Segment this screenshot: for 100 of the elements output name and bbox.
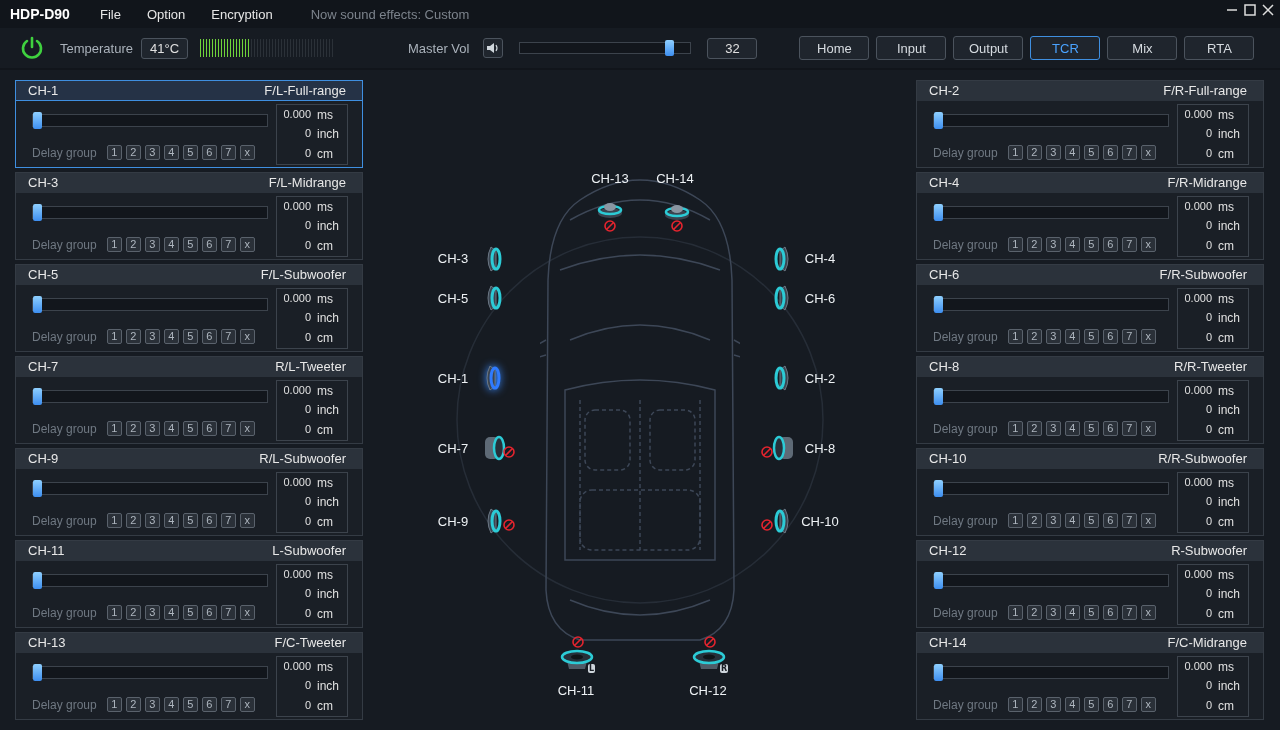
delay-group-button[interactable]: 1 (106, 421, 122, 436)
delay-group-button[interactable]: 5 (1083, 513, 1099, 528)
delay-group-button[interactable]: 7 (1121, 329, 1137, 344)
delay-group-button[interactable]: 2 (125, 237, 141, 252)
delay-group-button[interactable]: 7 (220, 421, 236, 436)
delay-group-button[interactable]: 6 (1102, 697, 1118, 712)
delay-slider[interactable] (32, 574, 268, 587)
delay-slider[interactable] (933, 298, 1169, 311)
channel-panel[interactable]: CH-7 R/L-Tweeter Delay group 1 2 3 4 5 6 7 x 0.000 ms 0 inch 0 cm (15, 356, 363, 444)
delay-group-button[interactable]: x (239, 605, 255, 620)
delay-slider[interactable] (32, 206, 268, 219)
delay-group-button[interactable]: 3 (144, 145, 160, 160)
delay-group-button[interactable]: 6 (1102, 513, 1118, 528)
delay-group-button[interactable]: 4 (163, 145, 179, 160)
delay-group-button[interactable]: 6 (1102, 145, 1118, 160)
delay-group-button[interactable]: 1 (1007, 329, 1023, 344)
delay-group-button[interactable]: 6 (201, 329, 217, 344)
delay-group-button[interactable]: 7 (220, 329, 236, 344)
delay-group-button[interactable]: 7 (1121, 513, 1137, 528)
slider-thumb[interactable] (934, 112, 943, 129)
delay-group-button[interactable]: 4 (163, 605, 179, 620)
delay-group-button[interactable]: 4 (163, 329, 179, 344)
delay-group-button[interactable]: 2 (125, 605, 141, 620)
delay-group-button[interactable]: 7 (1121, 605, 1137, 620)
delay-group-button[interactable]: 7 (220, 697, 236, 712)
delay-group-button[interactable]: 6 (201, 421, 217, 436)
delay-group-button[interactable]: 3 (144, 697, 160, 712)
nav-tab[interactable]: Mix (1107, 36, 1178, 60)
delay-group-button[interactable]: 3 (144, 329, 160, 344)
delay-group-button[interactable]: 7 (220, 237, 236, 252)
delay-group-button[interactable]: 4 (1064, 237, 1080, 252)
channel-panel[interactable]: CH-10 R/R-Subwoofer Delay group 1 2 3 4 5 6 7 x 0.000 ms 0 inch 0 cm (916, 448, 1264, 536)
delay-group-button[interactable]: 4 (1064, 329, 1080, 344)
delay-group-button[interactable]: x (1140, 513, 1156, 528)
delay-group-button[interactable]: 2 (1026, 605, 1042, 620)
delay-slider[interactable] (933, 206, 1169, 219)
delay-group-button[interactable]: 4 (1064, 513, 1080, 528)
delay-group-button[interactable]: 1 (106, 697, 122, 712)
menu-item[interactable]: File (100, 6, 121, 22)
slider-thumb[interactable] (665, 40, 675, 56)
maximize-icon[interactable] (1244, 4, 1256, 16)
channel-panel[interactable]: CH-5 F/L-Subwoofer Delay group 1 2 3 4 5 6 7 x 0.000 ms 0 inch 0 cm (15, 264, 363, 352)
delay-group-button[interactable]: 2 (125, 513, 141, 528)
delay-group-button[interactable]: 1 (106, 145, 122, 160)
delay-slider[interactable] (933, 666, 1169, 679)
channel-panel[interactable]: CH-6 F/R-Subwoofer Delay group 1 2 3 4 5 6 7 x 0.000 ms 0 inch 0 cm (916, 264, 1264, 352)
nav-tab[interactable]: RTA (1184, 36, 1255, 60)
delay-group-button[interactable]: 7 (1121, 145, 1137, 160)
delay-slider[interactable] (32, 390, 268, 403)
delay-slider[interactable] (32, 482, 268, 495)
channel-panel[interactable]: CH-2 F/R-Full-range Delay group 1 2 3 4 5 6 7 x 0.000 ms 0 inch 0 cm (916, 80, 1264, 168)
power-icon[interactable] (20, 36, 44, 60)
delay-group-button[interactable]: 4 (163, 421, 179, 436)
delay-group-button[interactable]: 3 (144, 605, 160, 620)
delay-group-button[interactable]: 3 (144, 237, 160, 252)
slider-thumb[interactable] (934, 572, 943, 589)
delay-slider[interactable] (32, 298, 268, 311)
channel-panel[interactable]: CH-13 F/C-Tweeter Delay group 1 2 3 4 5 6 7 x 0.000 ms 0 inch 0 cm (15, 632, 363, 720)
slider-thumb[interactable] (33, 112, 42, 129)
channel-panel[interactable]: CH-8 R/R-Tweeter Delay group 1 2 3 4 5 6 7 x 0.000 ms 0 inch 0 cm (916, 356, 1264, 444)
delay-group-button[interactable]: 1 (1007, 145, 1023, 160)
delay-group-button[interactable]: 5 (182, 605, 198, 620)
volume-button[interactable] (483, 38, 504, 58)
delay-group-button[interactable]: 7 (1121, 237, 1137, 252)
delay-group-button[interactable]: x (239, 329, 255, 344)
delay-group-button[interactable]: 6 (1102, 421, 1118, 436)
delay-group-button[interactable]: 1 (106, 237, 122, 252)
delay-group-button[interactable]: 5 (182, 329, 198, 344)
slider-thumb[interactable] (934, 296, 943, 313)
delay-group-button[interactable]: 1 (106, 605, 122, 620)
delay-group-button[interactable]: 5 (1083, 329, 1099, 344)
channel-panel[interactable]: CH-1 F/L-Full-range Delay group 1 2 3 4 5 6 7 x 0.000 ms 0 inch 0 cm (15, 80, 363, 168)
delay-group-button[interactable]: 7 (1121, 421, 1137, 436)
delay-group-button[interactable]: 3 (1045, 513, 1061, 528)
nav-tab[interactable]: Output (953, 36, 1024, 60)
delay-group-button[interactable]: x (1140, 145, 1156, 160)
delay-group-button[interactable]: 6 (201, 237, 217, 252)
delay-group-button[interactable]: x (239, 513, 255, 528)
delay-group-button[interactable]: 3 (1045, 237, 1061, 252)
delay-group-button[interactable]: 1 (1007, 697, 1023, 712)
delay-group-button[interactable]: 2 (1026, 421, 1042, 436)
delay-group-button[interactable]: 2 (1026, 329, 1042, 344)
delay-group-button[interactable]: 6 (1102, 237, 1118, 252)
delay-group-button[interactable]: 4 (163, 697, 179, 712)
delay-group-button[interactable]: 3 (1045, 329, 1061, 344)
nav-tab[interactable]: TCR (1030, 36, 1101, 60)
delay-group-button[interactable]: x (1140, 421, 1156, 436)
slider-thumb[interactable] (33, 572, 42, 589)
delay-group-button[interactable]: 2 (1026, 513, 1042, 528)
delay-group-button[interactable]: 2 (1026, 145, 1042, 160)
delay-group-button[interactable]: 5 (182, 513, 198, 528)
channel-panel[interactable]: CH-14 F/C-Midrange Delay group 1 2 3 4 5 6 7 x 0.000 ms 0 inch 0 cm (916, 632, 1264, 720)
slider-thumb[interactable] (33, 204, 42, 221)
channel-panel[interactable]: CH-3 F/L-Midrange Delay group 1 2 3 4 5 6 7 x 0.000 ms 0 inch 0 cm (15, 172, 363, 260)
delay-group-button[interactable]: x (239, 145, 255, 160)
delay-slider[interactable] (933, 390, 1169, 403)
nav-tab[interactable]: Input (876, 36, 947, 60)
delay-group-button[interactable]: 4 (1064, 697, 1080, 712)
delay-group-button[interactable]: 4 (163, 237, 179, 252)
slider-thumb[interactable] (33, 664, 42, 681)
